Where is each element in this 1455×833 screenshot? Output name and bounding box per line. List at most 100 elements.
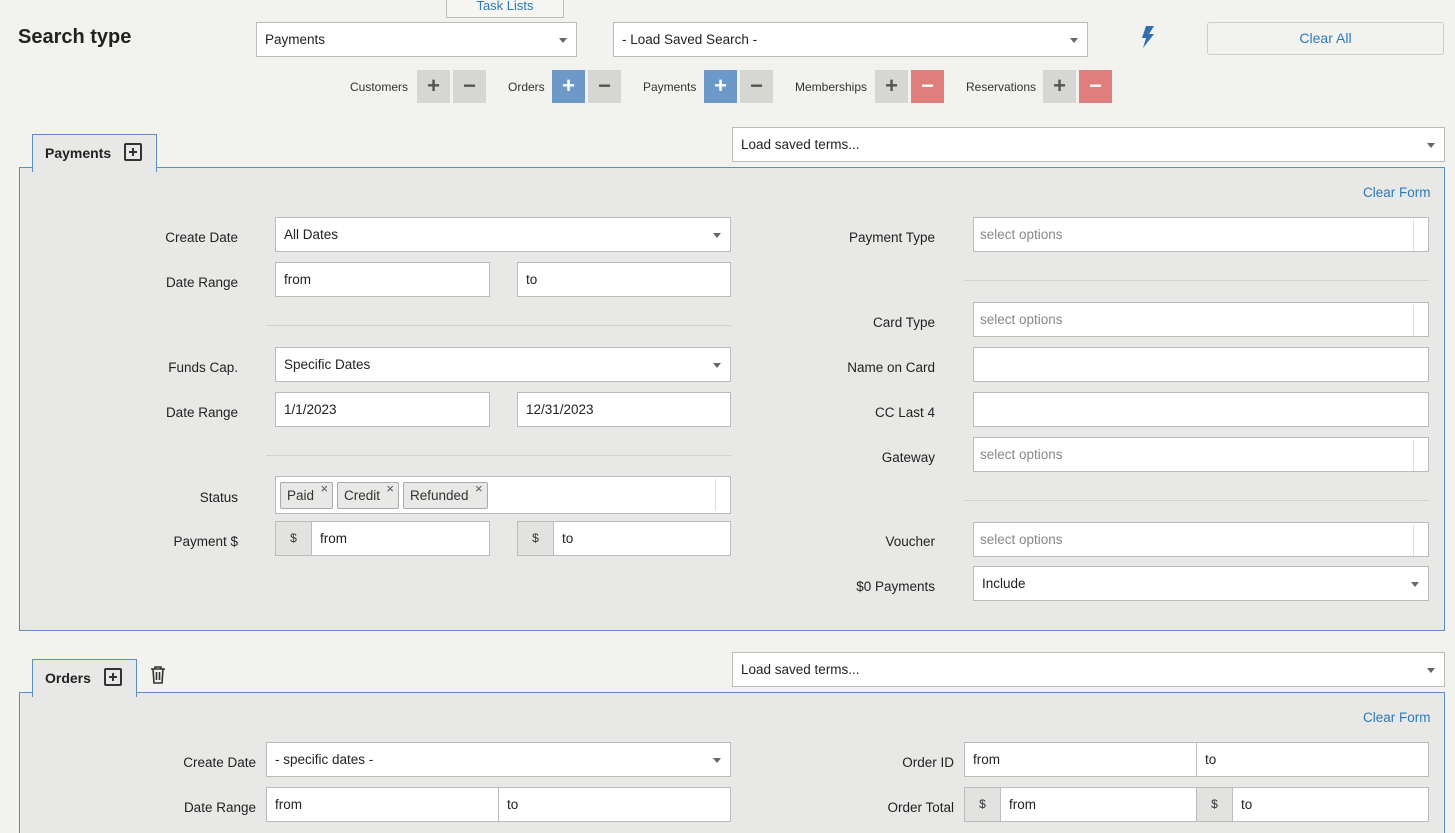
currency-addon: $ (275, 521, 311, 556)
add-box-icon[interactable] (124, 143, 142, 161)
status-multiselect[interactable]: Paid × Credit × Refunded × (275, 476, 731, 514)
orders-remove-button[interactable]: − (588, 70, 621, 103)
name-on-card-input[interactable] (973, 347, 1429, 382)
card-type-label: Card Type (872, 315, 935, 330)
create-date-select[interactable]: All Dates (275, 217, 731, 252)
remove-icon[interactable]: × (475, 476, 483, 501)
search-type-title: Search type (18, 26, 132, 48)
chevron-down-icon (559, 38, 567, 43)
status-chip-credit: Credit × (337, 481, 400, 509)
remove-icon[interactable]: × (320, 476, 328, 501)
chevron-down-icon (713, 363, 721, 368)
payment-type-label: Payment Type (848, 230, 935, 245)
order-id-to-input[interactable]: to (1196, 742, 1429, 777)
status-chip-paid: Paid × (280, 481, 334, 509)
funds-date-from-input[interactable]: 1/1/2023 (275, 392, 490, 427)
memberships-remove-button[interactable]: − (911, 70, 944, 103)
tab-orders-label: Orders (45, 670, 91, 686)
chevron-down-icon (713, 758, 721, 763)
currency-addon: $ (517, 521, 553, 556)
orders-create-date-label: Create Date (183, 755, 256, 770)
toggle-label-orders: Orders (508, 80, 545, 94)
chevron-down-icon (1427, 143, 1435, 148)
toggle-label-memberships: Memberships (795, 80, 868, 94)
search-type-select[interactable]: Payments (256, 22, 577, 57)
select-placeholder: select options (980, 227, 1063, 242)
order-total-to-input[interactable]: to (1232, 787, 1429, 822)
reservations-add-button[interactable]: + (1043, 70, 1076, 103)
clear-all-button[interactable]: Clear All (1207, 22, 1444, 55)
tab-orders[interactable]: Orders (32, 659, 137, 697)
chevron-down-icon (1411, 582, 1419, 587)
select-placeholder: select options (980, 312, 1063, 327)
orders-create-date-select[interactable]: - specific dates - (266, 742, 731, 777)
date-range-to-input[interactable]: to (517, 262, 731, 297)
saved-search-select[interactable]: - Load Saved Search - (613, 22, 1088, 57)
select-placeholder: select options (980, 447, 1063, 462)
voucher-label: Voucher (885, 534, 935, 549)
divider (1413, 220, 1414, 251)
customers-remove-button[interactable]: − (453, 70, 486, 103)
date-range-label: Date Range (165, 275, 238, 290)
chip-label: Paid (287, 488, 315, 503)
currency-addon: $ (1196, 787, 1232, 822)
payments-saved-terms-select[interactable]: Load saved terms... (732, 127, 1445, 162)
payment-type-multiselect[interactable]: select options (973, 217, 1429, 252)
payments-remove-button[interactable]: − (740, 70, 773, 103)
tab-payments-label: Payments (45, 145, 112, 161)
divider (1413, 525, 1414, 556)
divider (964, 500, 1429, 501)
payment-amount-label: Payment $ (173, 534, 238, 549)
orders-create-date-value: - specific dates - (275, 752, 374, 767)
trash-icon[interactable] (150, 666, 166, 684)
zero-payments-value: Include (982, 576, 1026, 591)
memberships-add-button[interactable]: + (875, 70, 908, 103)
chevron-down-icon (1070, 38, 1078, 43)
gateway-multiselect[interactable]: select options (973, 437, 1429, 472)
orders-clear-form-link[interactable]: Clear Form (1363, 710, 1431, 725)
create-date-label: Create Date (165, 230, 238, 245)
orders-add-button[interactable]: + (552, 70, 585, 103)
funds-cap-label: Funds Cap. (168, 360, 238, 375)
divider (266, 325, 731, 326)
task-lists-tab[interactable]: Task Lists (446, 0, 564, 18)
lightning-bolt-icon[interactable] (1140, 26, 1156, 48)
funds-cap-select[interactable]: Specific Dates (275, 347, 731, 382)
add-box-icon[interactable] (104, 668, 122, 686)
remove-icon[interactable]: × (386, 476, 394, 501)
saved-search-value: - Load Saved Search - (622, 32, 758, 47)
zero-payments-select[interactable]: Include (973, 566, 1429, 601)
tab-payments[interactable]: Payments (32, 134, 157, 172)
divider (1413, 440, 1414, 471)
chevron-down-icon (713, 233, 721, 238)
order-id-label: Order ID (902, 755, 954, 770)
payments-clear-form-link[interactable]: Clear Form (1363, 185, 1431, 200)
create-date-value: All Dates (284, 227, 339, 242)
payment-from-input[interactable]: from (311, 521, 490, 556)
payments-add-button[interactable]: + (704, 70, 737, 103)
reservations-remove-button[interactable]: − (1079, 70, 1112, 103)
divider (715, 479, 716, 510)
order-total-label: Order Total (887, 800, 954, 815)
chip-label: Credit (344, 488, 381, 503)
customers-add-button[interactable]: + (417, 70, 450, 103)
card-type-multiselect[interactable]: select options (973, 302, 1429, 337)
orders-date-from-input[interactable]: from (266, 787, 499, 822)
currency-addon: $ (964, 787, 1000, 822)
saved-terms-value: Load saved terms... (741, 662, 860, 677)
orders-date-to-input[interactable]: to (498, 787, 731, 822)
divider (266, 455, 731, 456)
status-label: Status (199, 490, 238, 505)
cc-last4-input[interactable] (973, 392, 1429, 427)
order-id-from-input[interactable]: from (964, 742, 1197, 777)
order-total-from-input[interactable]: from (1000, 787, 1197, 822)
voucher-multiselect[interactable]: select options (973, 522, 1429, 557)
funds-date-to-input[interactable]: 12/31/2023 (517, 392, 731, 427)
select-placeholder: select options (980, 532, 1063, 547)
toggle-label-payments: Payments (643, 80, 697, 94)
toggle-label-reservations: Reservations (966, 80, 1037, 94)
zero-payments-label: $0 Payments (856, 579, 935, 594)
orders-saved-terms-select[interactable]: Load saved terms... (732, 652, 1445, 687)
payment-to-input[interactable]: to (553, 521, 731, 556)
date-range-from-input[interactable]: from (275, 262, 490, 297)
